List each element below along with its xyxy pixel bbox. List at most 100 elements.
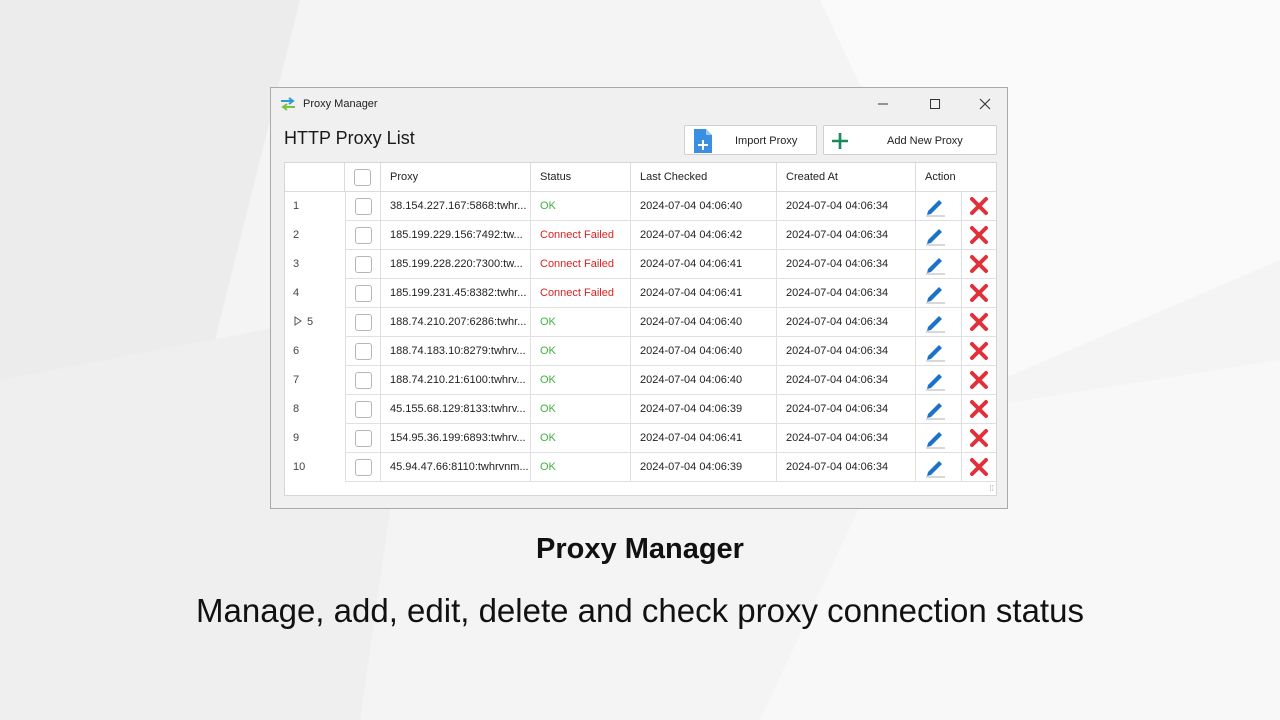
row-checkbox[interactable] [355,459,372,476]
window-title: Proxy Manager [303,98,378,110]
delete-cell [962,453,996,482]
proxy-cell[interactable]: 188.74.210.207:6286:twhr... [381,308,531,337]
header-created-at[interactable]: Created At [777,163,916,192]
resize-grip[interactable]: ⁞⁞ [990,484,994,493]
proxy-cell[interactable]: 188.74.210.21:6100:twhrv... [381,366,531,395]
select-all-checkbox[interactable] [354,169,371,186]
table-row[interactable]: 2 185.199.229.156:7492:tw... Connect Faile… [285,221,996,250]
status-cell: OK [531,308,631,337]
x-icon[interactable] [969,283,989,303]
table-row[interactable]: 1 38.154.227.167:5868:twhr... OK 2024-07-04… [285,192,996,221]
table-row[interactable]: 6 188.74.183.10:8279:twhrv... OK 2024-07-04… [285,337,996,366]
last-checked-cell: 2024-07-04 04:06:42 [631,221,777,250]
triangle-right-icon [294,316,302,326]
row-checkbox[interactable] [355,227,372,244]
row-checkbox[interactable] [355,343,372,360]
row-number: 7 [285,366,345,395]
pencil-icon[interactable] [924,312,946,333]
row-number-text: 3 [293,258,300,270]
row-number-text: 10 [293,461,306,473]
row-checkbox[interactable] [355,401,372,418]
table-row[interactable]: 8 45.155.68.129:8133:twhrv... OK 2024-07-04… [285,395,996,424]
proxy-cell[interactable]: 45.94.47.66:8110:twhrvnm... [381,453,531,482]
x-icon[interactable] [969,196,989,216]
close-button[interactable] [963,92,1007,116]
add-new-proxy-label: Add New Proxy [887,135,963,147]
row-checkbox[interactable] [355,430,372,447]
pencil-icon[interactable] [924,341,946,362]
last-checked-cell: 2024-07-04 04:06:40 [631,192,777,221]
x-icon[interactable] [969,428,989,448]
table-row[interactable]: 5 188.74.210.207:6286:twhr... OK 2024-07-04… [285,308,996,337]
row-number-text: 2 [293,229,300,241]
close-icon [979,98,991,110]
row-number: 10 [285,453,345,482]
pencil-icon[interactable] [924,225,946,246]
row-select-cell [345,279,381,308]
row-checkbox[interactable] [355,285,372,302]
import-proxy-button[interactable]: Import Proxy [684,125,817,155]
proxy-cell[interactable]: 188.74.183.10:8279:twhrv... [381,337,531,366]
pencil-icon[interactable] [924,196,946,217]
proxy-cell[interactable]: 154.95.36.199:6893:twhrv... [381,424,531,453]
proxy-cell[interactable]: 45.155.68.129:8133:twhrv... [381,395,531,424]
row-number: 9 [285,424,345,453]
created-at-cell: 2024-07-04 04:06:34 [777,366,916,395]
status-cell: OK [531,337,631,366]
last-checked-cell: 2024-07-04 04:06:41 [631,279,777,308]
x-icon[interactable] [969,341,989,361]
delete-cell [962,221,996,250]
proxy-cell[interactable]: 38.154.227.167:5868:twhr... [381,192,531,221]
proxy-cell[interactable]: 185.199.229.156:7492:tw... [381,221,531,250]
delete-cell [962,308,996,337]
header-action[interactable]: Action [916,163,996,192]
table-row[interactable]: 7 188.74.210.21:6100:twhrv... OK 2024-07-04… [285,366,996,395]
last-checked-cell: 2024-07-04 04:06:41 [631,424,777,453]
row-number-text: 4 [293,287,300,299]
x-icon[interactable] [969,399,989,419]
pencil-icon[interactable] [924,370,946,391]
table-row[interactable]: 4 185.199.231.45:8382:twhr... Connect Fail… [285,279,996,308]
status-cell: OK [531,395,631,424]
delete-cell [962,337,996,366]
x-icon[interactable] [969,254,989,274]
table-row[interactable]: 10 45.94.47.66:8110:twhrvnm... OK 2024-07-0… [285,453,996,482]
row-number: 1 [285,192,345,221]
pencil-icon[interactable] [924,457,946,478]
pencil-icon[interactable] [924,428,946,449]
x-icon[interactable] [969,312,989,332]
row-checkbox[interactable] [355,314,372,331]
row-number: 3 [285,250,345,279]
header-status[interactable]: Status [531,163,631,192]
add-new-proxy-button[interactable]: Add New Proxy [823,125,997,155]
proxy-cell[interactable]: 185.199.228.220:7300:tw... [381,250,531,279]
pencil-icon[interactable] [924,254,946,275]
proxy-cell[interactable]: 185.199.231.45:8382:twhr... [381,279,531,308]
edit-cell [916,308,962,337]
table-header: Proxy Status Last Checked Created At Act… [285,163,996,192]
row-checkbox[interactable] [355,198,372,215]
x-icon[interactable] [969,225,989,245]
row-select-cell [345,395,381,424]
header-proxy[interactable]: Proxy [381,163,531,192]
maximize-button[interactable] [913,92,957,116]
table-row[interactable]: 3 185.199.228.220:7300:tw... Connect Faile… [285,250,996,279]
row-number-text: 1 [293,200,300,212]
header-last-checked[interactable]: Last Checked [631,163,777,192]
row-number: 8 [285,395,345,424]
minimize-button[interactable] [861,92,905,116]
pencil-icon[interactable] [924,399,946,420]
row-checkbox[interactable] [355,256,372,273]
row-number: 6 [285,337,345,366]
plus-icon [832,133,848,149]
caption-subtitle: Manage, add, edit, delete and check prox… [196,592,1084,629]
delete-cell [962,250,996,279]
x-icon[interactable] [969,457,989,477]
row-select-cell [345,192,381,221]
last-checked-cell: 2024-07-04 04:06:39 [631,453,777,482]
created-at-cell: 2024-07-04 04:06:34 [777,250,916,279]
table-row[interactable]: 9 154.95.36.199:6893:twhrv... OK 2024-07-04… [285,424,996,453]
x-icon[interactable] [969,370,989,390]
row-checkbox[interactable] [355,372,372,389]
pencil-icon[interactable] [924,283,946,304]
